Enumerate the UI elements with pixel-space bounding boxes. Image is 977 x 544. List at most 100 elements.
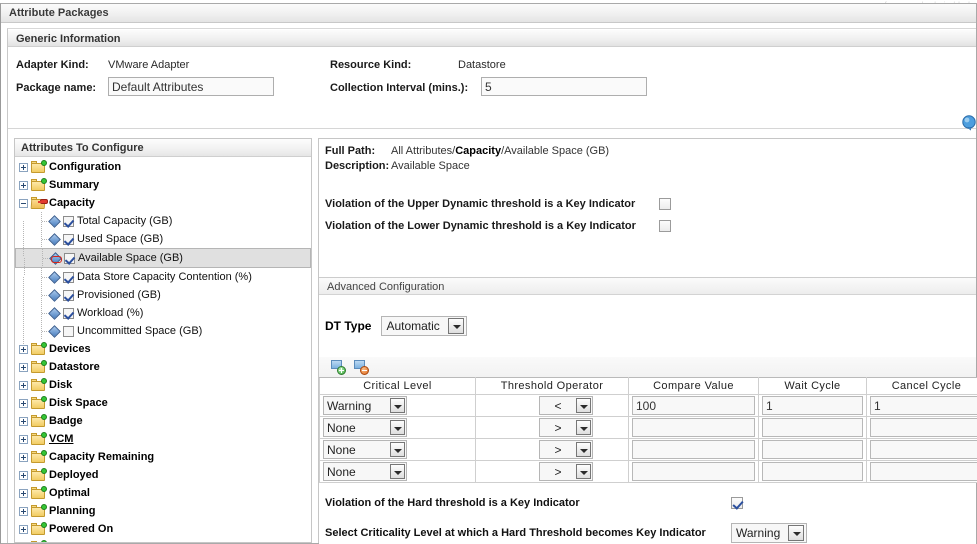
attribute-checkbox[interactable] [63,307,74,319]
chevron-down-icon[interactable] [576,420,591,435]
chevron-down-icon[interactable] [576,464,591,479]
wait-cycle-input[interactable]: 1 [762,396,863,415]
threshold-operator-select[interactable]: > [539,440,593,459]
folder-green-badge-icon [31,540,47,542]
wait-cycle-input[interactable] [762,462,863,481]
compare-value-input[interactable] [632,418,755,437]
expand-icon[interactable] [19,380,28,390]
tree-node-optimal[interactable]: Optimal [15,484,311,502]
upper-dynamic-checkbox[interactable] [659,198,671,210]
compare-value-input[interactable] [632,462,755,481]
tree-node-vcm[interactable]: VCM [15,430,311,448]
cell-critical-level: Warning [319,394,476,417]
tree-leaf-total-capacity[interactable]: Total Capacity (GB) [15,212,311,239]
description-row: Description: Available Space [325,160,976,172]
expand-icon[interactable] [19,344,28,354]
tree-leaf-available-space[interactable]: Available Space (GB) [15,248,311,276]
cell-compare-value [628,438,759,461]
attribute-checkbox[interactable] [63,325,74,337]
expand-icon[interactable] [19,452,28,462]
tree-node-disk[interactable]: Disk [15,376,311,394]
tree-node-disk-space[interactable]: Disk Space [15,394,311,412]
tree-leaf-provisioned[interactable]: Provisioned (GB) [15,286,311,313]
tree-node-storage[interactable]: Storage [15,538,311,542]
tree-node-summary[interactable]: Summary [15,176,311,194]
attribute-checkbox[interactable] [63,271,74,283]
cell-wait-cycle [758,460,867,483]
add-row-icon[interactable] [331,360,346,375]
table-row: Warning < 100 1 1 [319,394,977,417]
remove-row-icon[interactable] [354,360,369,375]
expand-icon[interactable] [19,434,28,444]
tree-node-deployed[interactable]: Deployed [15,466,311,484]
tree-node-capacity-remaining[interactable]: Capacity Remaining [15,448,311,466]
critical-level-select[interactable]: Warning [323,396,407,415]
col-wait-cycle: Wait Cycle [758,377,867,395]
wait-cycle-input[interactable] [762,440,863,459]
chevron-down-icon[interactable] [390,442,405,457]
attribute-detail-panel: Full Path: All Attributes/Capacity/Avail… [318,138,977,544]
threshold-operator-select[interactable]: > [539,418,593,437]
tree-guide [37,268,47,286]
folder-green-badge-icon [31,342,47,355]
attribute-checkbox[interactable] [63,215,74,227]
attributes-tree-scroll[interactable]: Configuration Summary Capacity Total Cap… [15,158,311,542]
attribute-checkbox[interactable] [63,289,74,301]
threshold-operator-select[interactable]: < [539,396,593,415]
tree-node-configuration[interactable]: Configuration [15,158,311,176]
critical-level-select[interactable]: None [323,418,407,437]
criticality-level-select[interactable]: Warning [731,523,808,543]
expand-icon[interactable] [19,488,28,498]
expand-icon[interactable] [19,470,28,480]
threshold-table: Critical Level Threshold Operator Compar… [319,377,977,483]
help-balloon-icon[interactable] [962,115,977,132]
expand-icon[interactable] [19,162,28,172]
expand-icon[interactable] [19,398,28,408]
tree-leaf-used-space[interactable]: Used Space (GB) [15,230,311,257]
expand-icon[interactable] [19,524,28,534]
tree-leaf-data-store-capacity-contention[interactable]: Data Store Capacity Contention (%) [15,268,311,295]
lower-dynamic-checkbox[interactable] [659,220,671,232]
collapse-icon[interactable] [19,198,28,208]
tree-node-powered-on[interactable]: Powered On [15,520,311,538]
tree-node-badge[interactable]: Badge [15,412,311,430]
package-name-input[interactable]: Default Attributes [108,77,274,96]
diamond-icon [49,290,60,301]
application-window: MENT ALERTS FORENSICS ADMIN user prefere… [0,0,977,544]
expand-icon[interactable] [19,180,28,190]
upper-dynamic-label: Violation of the Upper Dynamic threshold… [325,198,636,210]
tree-node-datastore[interactable]: Datastore [15,358,311,376]
expand-icon[interactable] [19,416,28,426]
cancel-cycle-input[interactable]: 1 [870,396,977,415]
collection-interval-input[interactable]: 5 [481,77,647,96]
cancel-cycle-input[interactable] [870,418,977,437]
chevron-down-icon[interactable] [576,442,591,457]
threshold-operator-select[interactable]: > [539,462,593,481]
chevron-down-icon[interactable] [390,398,405,413]
compare-value-input[interactable]: 100 [632,396,755,415]
tree-node-capacity[interactable]: Capacity [15,194,311,212]
critical-level-select[interactable]: None [323,462,407,481]
cancel-cycle-input[interactable] [870,440,977,459]
critical-level-select[interactable]: None [323,440,407,459]
attribute-checkbox[interactable] [64,252,75,264]
compare-value-input[interactable] [632,440,755,459]
critical-level-value: None [327,442,356,457]
tree-node-planning[interactable]: Planning [15,502,311,520]
hard-threshold-key-indicator-checkbox[interactable] [731,497,743,509]
dt-type-select[interactable]: Automatic [381,316,467,336]
chevron-down-icon[interactable] [447,318,464,334]
expand-icon[interactable] [19,506,28,516]
tree-node-label: Optimal [49,487,90,499]
tree-leaf-workload[interactable]: Workload (%) [15,304,311,331]
chevron-down-icon[interactable] [788,525,805,541]
expand-icon[interactable] [19,362,28,372]
chevron-down-icon[interactable] [576,398,591,413]
wait-cycle-input[interactable] [762,418,863,437]
tree-node-devices[interactable]: Devices [15,340,311,358]
attribute-checkbox[interactable] [63,233,74,245]
tree-leaf-uncommitted-space[interactable]: Uncommitted Space (GB) [15,322,311,349]
chevron-down-icon[interactable] [390,464,405,479]
cancel-cycle-input[interactable] [870,462,977,481]
chevron-down-icon[interactable] [390,420,405,435]
